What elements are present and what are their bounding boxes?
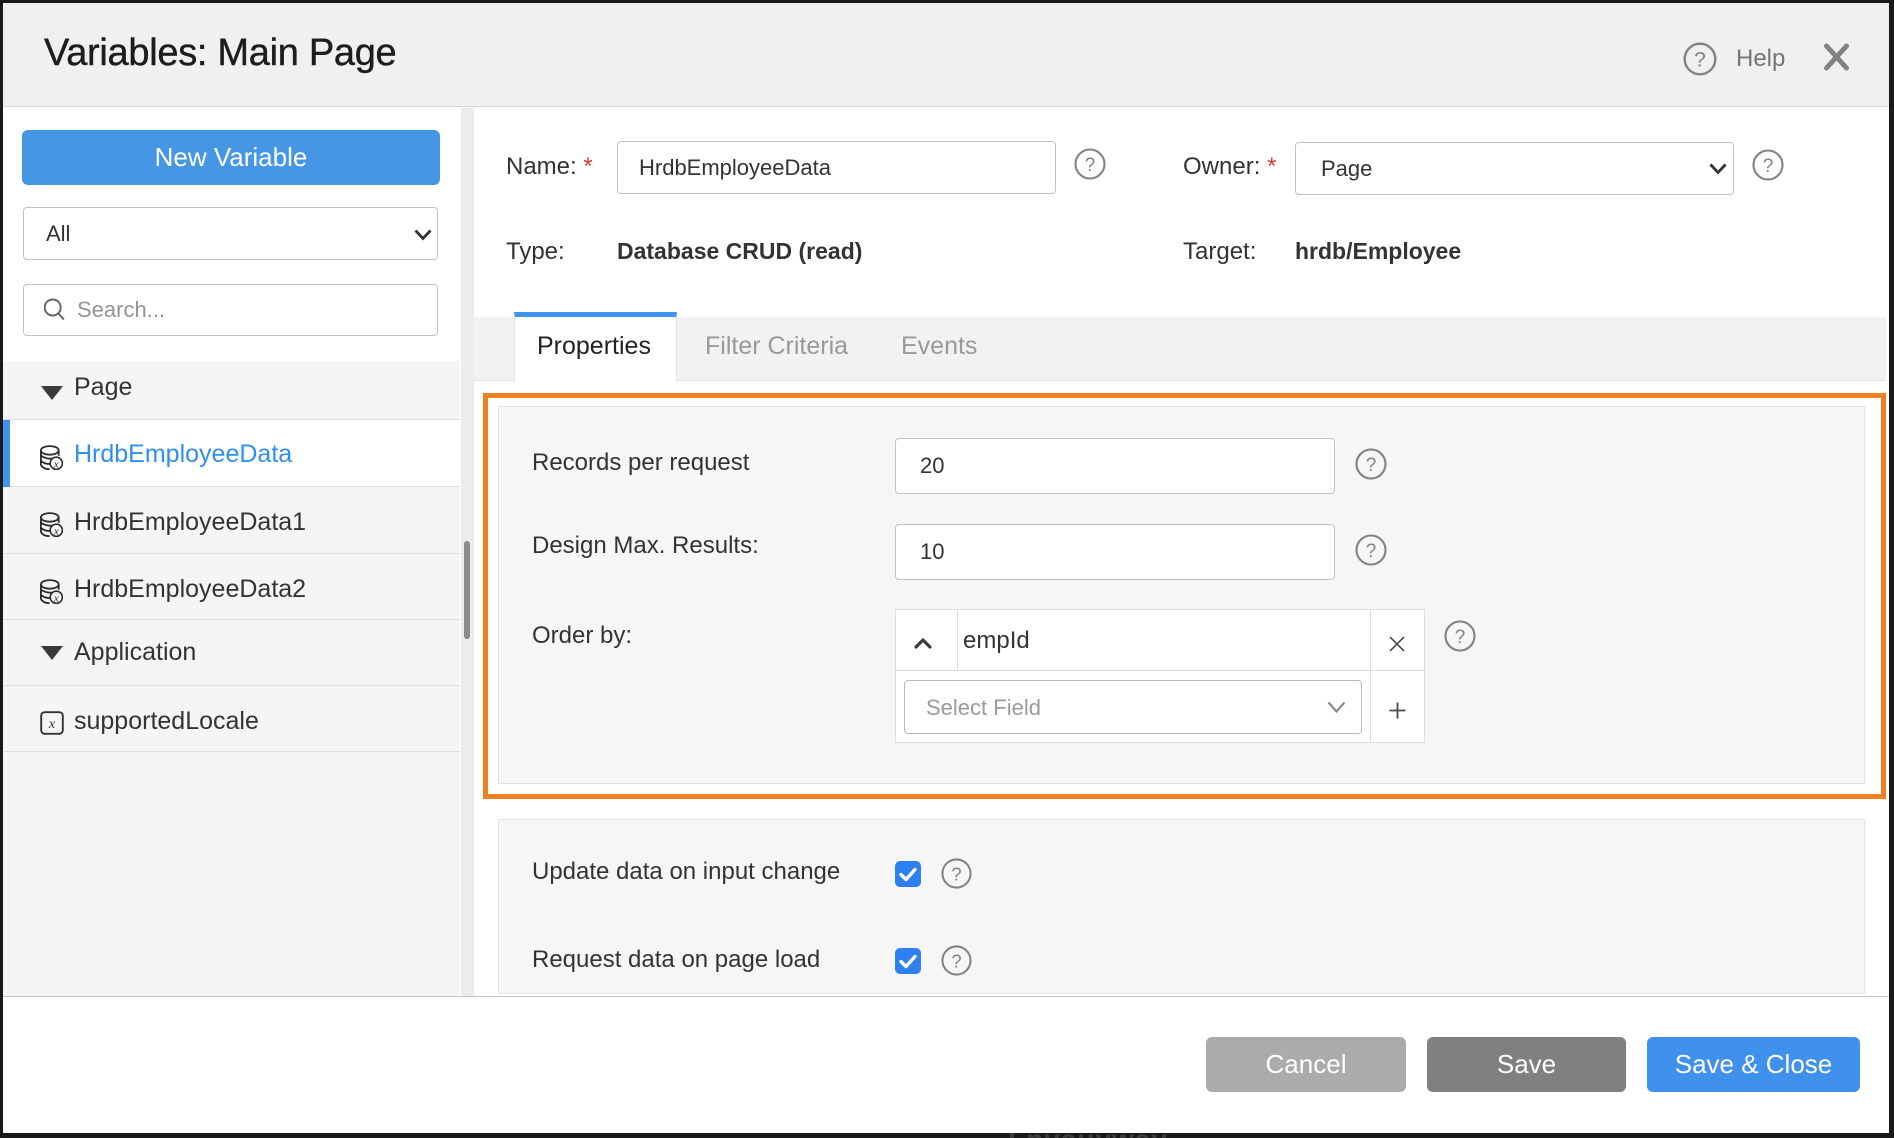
svg-text:x: x — [53, 525, 59, 537]
svg-text:?: ? — [951, 950, 961, 971]
svg-text:?: ? — [1694, 49, 1706, 72]
svg-text:?: ? — [1763, 156, 1774, 177]
svg-text:?: ? — [1366, 541, 1377, 562]
svg-text:?: ? — [951, 863, 961, 884]
svg-text:?: ? — [1085, 155, 1096, 176]
svg-text:x: x — [48, 717, 56, 732]
svg-text:x: x — [53, 458, 59, 470]
svg-text:?: ? — [1455, 627, 1466, 648]
svg-text:?: ? — [1366, 455, 1377, 476]
svg-text:x: x — [53, 592, 59, 604]
